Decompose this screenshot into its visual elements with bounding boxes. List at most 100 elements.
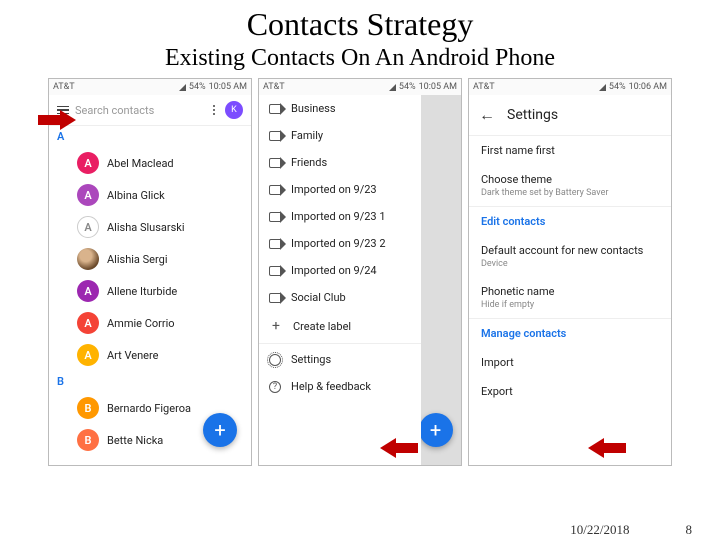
contact-avatar: A: [77, 152, 99, 174]
drawer-create-label[interactable]: + Create label: [259, 311, 421, 341]
contact-avatar: B: [77, 397, 99, 419]
contact-row[interactable]: AAllene Iturbide: [49, 275, 251, 307]
label-icon: [269, 266, 281, 276]
contact-name: Albina Glick: [107, 189, 165, 202]
drawer-label-text: Settings: [291, 353, 331, 366]
contact-row[interactable]: AArt Venere: [49, 339, 251, 371]
settings-appbar: ← Settings: [469, 95, 671, 136]
battery-label: 54%: [609, 82, 626, 92]
slide-subtitle: Existing Contacts On An Android Phone: [0, 45, 720, 72]
drawer-label-item[interactable]: Imported on 9/23 1: [259, 203, 421, 230]
contact-row[interactable]: AAmmie Corrio: [49, 307, 251, 339]
plus-icon: +: [269, 318, 283, 334]
label-icon: [269, 104, 281, 114]
drawer-label-text: Family: [291, 129, 323, 142]
settings-edit-link[interactable]: Edit contacts: [469, 207, 671, 236]
gear-icon: [269, 354, 281, 366]
drawer-label-item[interactable]: Imported on 9/23: [259, 176, 421, 203]
battery-label: 54%: [399, 82, 416, 92]
section-header-a: A: [49, 126, 251, 147]
contact-row[interactable]: A Albina Glick: [49, 179, 251, 211]
drawer-label-text: Help & feedback: [291, 380, 371, 393]
settings-import[interactable]: Import: [469, 348, 671, 377]
settings-default-account[interactable]: Default account for new contactsDevice: [469, 236, 671, 277]
carrier-label: AT&T: [53, 82, 75, 92]
account-avatar[interactable]: K: [225, 101, 243, 119]
settings-item-sub: Dark theme set by Battery Saver: [481, 188, 659, 198]
signal-icon: [179, 84, 186, 91]
slide-number: 8: [686, 522, 693, 538]
settings-manage-link[interactable]: Manage contacts: [469, 319, 671, 348]
label-icon: [269, 293, 281, 303]
annotation-arrow-settings: [380, 438, 418, 458]
contacts-searchbar[interactable]: Search contacts K: [49, 95, 251, 126]
drawer-label-text: Create label: [293, 320, 351, 333]
drawer-label-text: Imported on 9/23 1: [291, 210, 386, 223]
contact-avatar: A: [77, 216, 99, 238]
label-icon: [269, 239, 281, 249]
more-icon[interactable]: [209, 105, 219, 115]
section-header-b: B: [49, 371, 251, 392]
drawer-label-item[interactable]: Friends: [259, 149, 421, 176]
settings-item-sub: Hide if empty: [481, 300, 659, 310]
nav-drawer: Business Family Friends Imported on 9/23…: [259, 95, 421, 465]
slide-title: Contacts Strategy: [0, 6, 720, 43]
contact-name: Alishia Sergi: [107, 253, 168, 266]
drawer-label-item[interactable]: Imported on 9/24: [259, 257, 421, 284]
drawer-label-item[interactable]: Family: [259, 122, 421, 149]
add-contact-fab[interactable]: +: [419, 413, 453, 447]
settings-phonetic[interactable]: Phonetic name Hide if empty: [469, 277, 671, 318]
contact-row[interactable]: A Abel Maclead: [49, 147, 251, 179]
settings-sort-by[interactable]: First name first: [469, 136, 671, 165]
android-statusbar: AT&T 54% 10:05 AM: [259, 79, 461, 95]
search-placeholder[interactable]: Search contacts: [75, 104, 203, 117]
drawer-label-item[interactable]: Imported on 9/23 2: [259, 230, 421, 257]
settings-item-sub: Device: [481, 259, 659, 269]
drawer-label-text: Imported on 9/23 2: [291, 237, 386, 250]
annotation-arrow-hamburger: [38, 110, 76, 130]
contact-avatar-photo: [77, 248, 99, 270]
settings-item-label: Import: [481, 356, 659, 369]
clock-label: 10:05 AM: [209, 82, 247, 92]
android-statusbar: AT&T 54% 10:05 AM: [49, 79, 251, 95]
label-icon: [269, 212, 281, 222]
carrier-label: AT&T: [473, 82, 495, 92]
annotation-arrow-export: [588, 438, 626, 458]
battery-label: 54%: [189, 82, 206, 92]
label-icon: [269, 158, 281, 168]
drawer-settings-item[interactable]: Settings: [259, 346, 421, 373]
drawer-help-item[interactable]: ?Help & feedback: [259, 373, 421, 400]
clock-label: 10:06 AM: [629, 82, 667, 92]
carrier-label: AT&T: [263, 82, 285, 92]
settings-item-label: Export: [481, 385, 659, 398]
back-icon[interactable]: ←: [479, 105, 495, 125]
contact-name: Bette Nicka: [107, 434, 163, 447]
signal-icon: [389, 84, 396, 91]
drawer-scrim[interactable]: +: [421, 95, 461, 465]
drawer-label-text: Friends: [291, 156, 327, 169]
contact-avatar: A: [77, 184, 99, 206]
contact-name: Allene Iturbide: [107, 285, 177, 298]
contact-name: Bernardo Figeroa: [107, 402, 191, 415]
contact-name: Abel Maclead: [107, 157, 174, 170]
signal-icon: [599, 84, 606, 91]
drawer-label-item[interactable]: Social Club: [259, 284, 421, 311]
settings-item-label: Choose theme: [481, 173, 659, 186]
android-statusbar: AT&T 54% 10:06 AM: [469, 79, 671, 95]
screenshot-row: AT&T 54% 10:05 AM Search contacts K A AA…: [48, 78, 672, 466]
settings-item-label: First name first: [481, 144, 659, 157]
settings-title: Settings: [507, 107, 558, 123]
settings-item-label: Phonetic name: [481, 285, 659, 298]
drawer-label-text: Social Club: [291, 291, 346, 304]
contact-row[interactable]: Alishia Sergi: [49, 243, 251, 275]
drawer-label-item[interactable]: Business: [259, 95, 421, 122]
contact-avatar: A: [77, 344, 99, 366]
slide-date: 10/22/2018: [570, 522, 629, 538]
contact-row[interactable]: AAlisha Slusarski: [49, 211, 251, 243]
contact-avatar: B: [77, 429, 99, 451]
screenshot-nav-drawer: AT&T 54% 10:05 AM + Business Family Frie…: [258, 78, 462, 466]
settings-export[interactable]: Export: [469, 377, 671, 406]
settings-theme[interactable]: Choose theme Dark theme set by Battery Sa…: [469, 165, 671, 206]
screenshot-settings: AT&T 54% 10:06 AM ← Settings First name …: [468, 78, 672, 466]
add-contact-fab[interactable]: +: [203, 413, 237, 447]
